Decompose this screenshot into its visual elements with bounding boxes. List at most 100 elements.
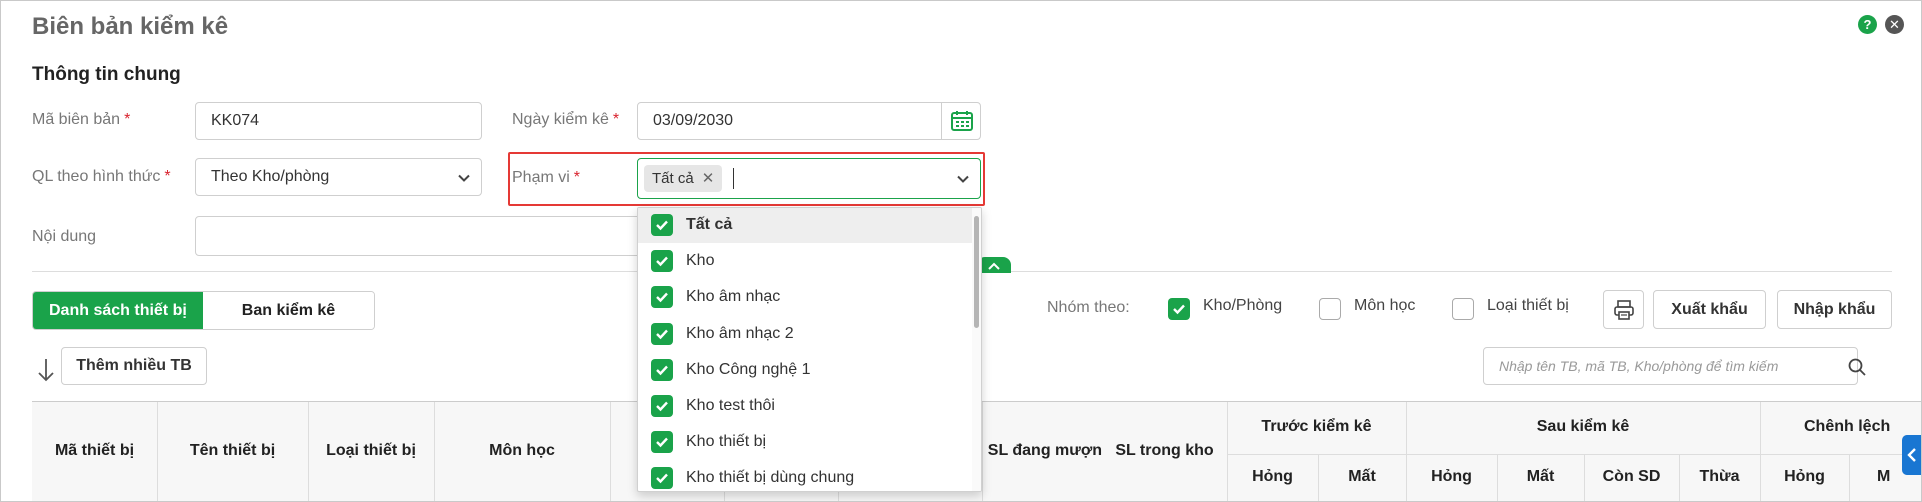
th-truoc-hong: Hỏng [1252,468,1293,485]
th-ten-thiet-bi: Tên thiết bị [189,442,276,459]
dropdown-option[interactable]: Kho âm nhạc 2 [638,317,973,352]
group-loai-thiet-bi-label: Loại thiết bị [1487,297,1569,314]
sort-down-icon[interactable] [35,357,57,383]
chevron-left-icon [1907,448,1916,462]
option-checkbox[interactable] [651,431,673,453]
group-by-label: Nhóm theo: [1047,299,1130,316]
tab-device-list[interactable]: Danh sách thiết bị [33,292,203,329]
chevron-down-icon [458,174,470,182]
header-row-divider [1227,454,1921,455]
import-button[interactable]: Nhập khẩu [1777,290,1892,329]
col-divider [1760,402,1761,501]
check-icon [1173,304,1185,315]
check-icon [656,220,668,231]
group-loai-thiet-bi-checkbox[interactable] [1452,298,1474,320]
text-caret [733,168,734,189]
group-kho-phong-label: Kho/Phòng [1203,297,1283,314]
option-checkbox[interactable] [651,250,673,272]
dropdown-option[interactable]: Kho thiết bị dùng chung [638,461,973,491]
check-icon [656,256,668,267]
option-checkbox[interactable] [651,359,673,381]
ngay-kiem-ke-input[interactable]: 03/09/2030 [637,102,942,140]
ql-hinh-thuc-value: Theo Kho/phòng [211,168,330,185]
noi-dung-label: Nội dung [32,228,97,245]
th-sau-mat: Mất [1526,468,1555,485]
ngay-kiem-ke-label: Ngày kiểm kê * [512,111,620,128]
th-sau-kiem-ke: Sau kiểm kê [1536,418,1630,435]
side-panel-toggle[interactable] [1902,435,1921,475]
dialog-title: Biên bản kiểm kê [32,13,229,40]
th-thua: Thừa [1699,468,1740,485]
option-checkbox[interactable] [651,323,673,345]
dropdown-option[interactable]: Tất cả [638,208,973,243]
pham-vi-multiselect[interactable]: Tất cả ✕ [637,158,981,199]
close-icon[interactable]: ✕ [1885,15,1904,34]
option-label: Kho âm nhạc [686,288,781,305]
th-truoc-mat: Mất [1348,468,1376,485]
option-label: Kho thiết bị [686,433,767,450]
option-label: Kho Công nghệ 1 [686,361,811,378]
inventory-report-dialog: Biên bản kiểm kê ? ✕ Thông tin chung Mã … [0,0,1922,502]
th-sl-dang-muon: SL đang mượn [987,442,1102,459]
collapse-button[interactable] [977,257,1011,273]
search-input[interactable]: Nhập tên TB, mã TB, Kho/phòng để tìm kiế… [1483,347,1858,385]
option-checkbox[interactable] [651,286,673,308]
ma-bien-ban-input[interactable]: KK074 [195,102,482,140]
ql-hinh-thuc-select[interactable]: Theo Kho/phòng [195,158,482,196]
chevron-down-icon[interactable] [956,172,970,186]
check-icon [656,437,668,448]
ql-hinh-thuc-label: QL theo hình thức * [32,168,171,185]
scroll-thumb[interactable] [974,216,979,328]
selected-tag: Tất cả ✕ [644,165,723,192]
ma-bien-ban-label: Mã biên bản * [32,111,131,128]
option-label: Kho [686,252,715,269]
print-button[interactable] [1603,290,1644,329]
selected-tag-label: Tất cả [652,170,694,187]
option-checkbox[interactable] [651,214,673,236]
pham-vi-dropdown: Tất cả Kho Kho âm nhạc Kho âm nhạc 2 Kho… [637,207,982,492]
check-icon [656,473,668,484]
chevron-up-icon [988,262,1000,270]
option-label: Kho âm nhạc 2 [686,325,794,342]
th-truoc-kiem-ke: Trước kiểm kê [1261,418,1372,435]
export-button[interactable]: Xuất khẩu [1653,290,1766,329]
dropdown-option[interactable]: Kho test thôi [638,389,973,424]
check-icon [656,329,668,340]
calendar-icon [951,111,973,131]
group-kho-phong-checkbox[interactable] [1168,298,1190,320]
dropdown-option[interactable]: Kho Công nghệ 1 [638,353,973,388]
option-checkbox[interactable] [651,395,673,417]
col-divider [610,402,611,501]
option-checkbox[interactable] [651,467,673,489]
col-divider [1227,402,1228,501]
th-chenh-partial: M [1877,468,1891,485]
th-con-sd: Còn SD [1602,468,1661,485]
option-label: Tất cả [686,216,733,233]
dropdown-option[interactable]: Kho thiết bị [638,425,973,460]
dropdown-scrollbar[interactable] [972,208,981,491]
section-title: Thông tin chung [32,64,181,85]
check-icon [656,292,668,303]
dropdown-option[interactable]: Kho âm nhạc [638,280,973,315]
group-mon-hoc-label: Môn học [1354,297,1416,314]
noi-dung-input[interactable] [195,216,695,256]
group-mon-hoc-checkbox[interactable] [1319,298,1341,320]
th-chenh-hong: Hỏng [1784,468,1825,485]
calendar-button[interactable] [941,102,981,140]
remove-tag-icon[interactable]: ✕ [702,170,715,187]
help-icon[interactable]: ? [1858,15,1877,34]
check-icon [656,401,668,412]
th-sau-hong: Hỏng [1431,468,1472,485]
th-ma-thiet-bi: Mã thiết bị [54,442,135,459]
col-divider [1406,402,1407,501]
print-icon [1614,300,1634,320]
th-mon-hoc: Môn học [489,442,555,459]
add-many-button[interactable]: Thêm nhiều TB [61,347,207,385]
option-label: Kho thiết bị dùng chung [686,469,855,486]
th-chenh-lech: Chênh lệch [1804,418,1891,435]
search-icon[interactable] [1847,357,1867,377]
pham-vi-label: Phạm vi * [512,169,581,186]
th-loai-thiet-bi: Loại thiết bị [326,442,416,459]
dropdown-option[interactable]: Kho [638,244,973,279]
tab-committee[interactable]: Ban kiểm kê [203,292,374,329]
